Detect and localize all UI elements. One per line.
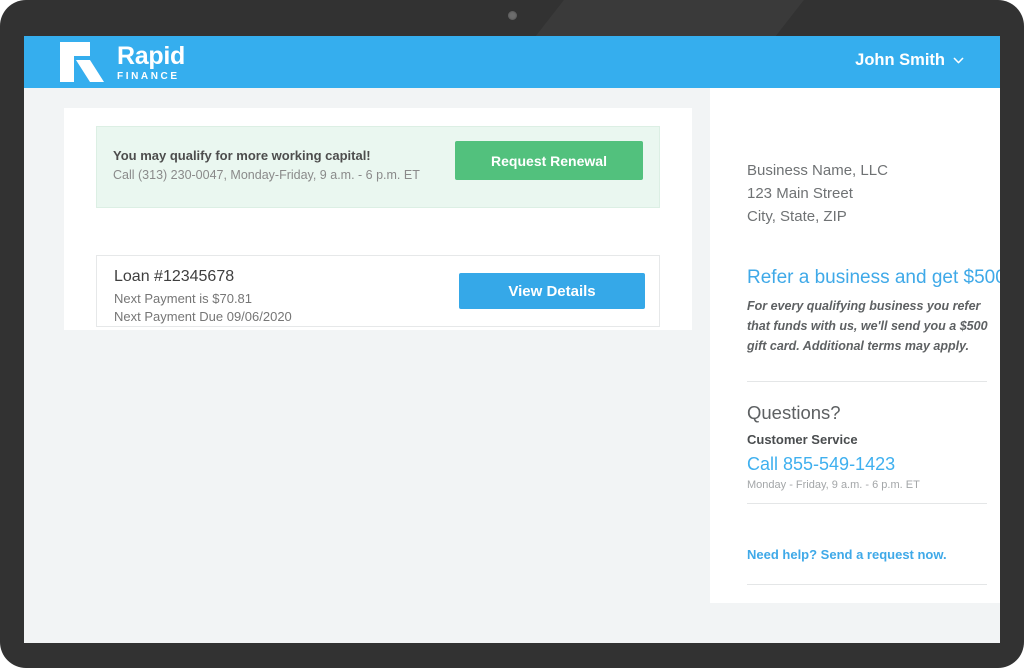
sidebar-divider-bottom [747,584,987,585]
loan-info-block: Loan #12345678 Next Payment is $70.81 Ne… [114,267,292,327]
rapid-r-logo-icon [60,41,104,82]
sidebar-divider-middle [747,503,987,504]
customer-service-hours: Monday - Friday, 9 a.m. - 6 p.m. ET [747,479,920,492]
right-sidebar-panel: Business Name, LLC 123 Main Street City,… [710,88,1000,603]
browser-screen: Rapid FINANCE John Smith You may qualify… [24,36,1000,643]
renewal-promo-banner: You may qualify for more working capital… [96,126,660,208]
view-details-button[interactable]: View Details [459,273,645,309]
loan-next-due: Next Payment Due 09/06/2020 [114,309,292,325]
user-name-label: John Smith [855,51,945,69]
brand-logo[interactable]: Rapid FINANCE [60,41,185,82]
brand-subtitle: FINANCE [117,71,180,83]
brand-name: Rapid [117,42,185,70]
webcam-icon [508,11,517,20]
user-menu[interactable]: John Smith [855,51,964,70]
customer-service-phone-link[interactable]: Call 855-549-1423 [747,452,920,476]
sidebar-divider-top [747,381,987,382]
business-address-block: Business Name, LLC 123 Main Street City,… [747,160,888,228]
laptop-device-frame: Rapid FINANCE John Smith You may qualify… [0,0,1024,668]
main-content-card: You may qualify for more working capital… [64,108,692,330]
request-renewal-button[interactable]: Request Renewal [455,141,643,180]
loan-summary-card: Loan #12345678 Next Payment is $70.81 Ne… [96,255,660,327]
business-street: 123 Main Street [747,184,853,202]
customer-service-label: Customer Service [747,432,858,448]
referral-body: For every qualifying business you refer … [747,298,988,354]
referral-promo-block: Refer a business and get $500! For every… [747,266,1000,356]
app-header: Rapid FINANCE John Smith [24,36,1000,88]
business-name: Business Name, LLC [747,162,888,179]
promo-title: You may qualify for more working capital… [113,148,371,163]
loan-next-payment: Next Payment is $70.81 [114,290,253,306]
promo-text-block: You may qualify for more working capital… [113,147,420,184]
loan-number: Loan #12345678 [114,268,235,285]
need-help-link[interactable]: Need help? Send a request now. [747,547,947,562]
questions-heading: Questions? [747,402,841,423]
promo-subtitle: Call (313) 230-0047, Monday-Friday, 9 a.… [113,167,420,182]
business-city-state-zip: City, State, ZIP [747,207,847,225]
referral-title: Refer a business and get $500! [747,267,1000,288]
questions-block: Questions? Customer Service Call 855-549… [747,401,920,494]
chevron-down-icon [953,57,964,64]
